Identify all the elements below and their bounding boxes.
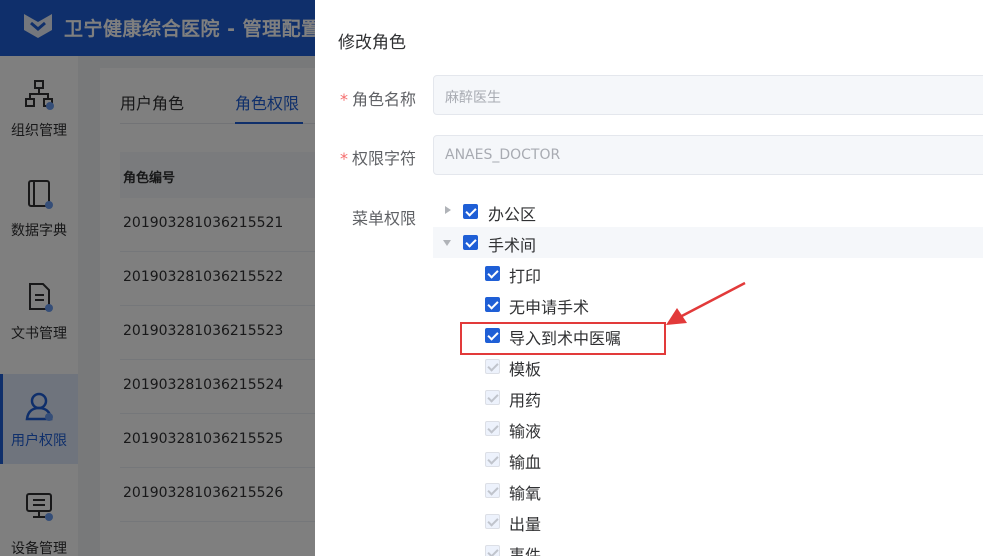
checkbox-disabled: [485, 483, 500, 498]
drawer-title: 修改角色: [338, 33, 406, 53]
caret-right-icon[interactable]: [445, 206, 451, 214]
tree-node-label: 用药: [509, 391, 542, 410]
tree-node-oxygen: 输氧: [433, 475, 983, 506]
tree-node-office[interactable]: 办公区: [433, 196, 983, 227]
menu-permission-tree: 办公区 手术间 打印 无申请手术 导入到术中医嘱 模板 用药 输液 输血 输氧 …: [433, 196, 983, 556]
tree-node-label: 办公区: [488, 205, 537, 224]
tree-node-output: 出量: [433, 506, 983, 537]
tree-node-medication: 用药: [433, 382, 983, 413]
tree-node-infusion: 输液: [433, 413, 983, 444]
caret-down-icon[interactable]: [443, 240, 451, 246]
tree-node-label: 输液: [509, 422, 542, 441]
tree-node-label: 无申请手术: [509, 298, 590, 317]
menu-permissions-label: 菜单权限: [352, 209, 417, 228]
required-mark: *: [340, 90, 348, 109]
role-name-label: * 角色名称: [340, 86, 416, 110]
checkbox-disabled: [485, 359, 500, 374]
tree-node-label: 打印: [509, 267, 542, 286]
checkbox[interactable]: [485, 266, 500, 281]
tree-node-template: 模板: [433, 351, 983, 382]
checkbox-disabled: [485, 452, 500, 467]
permission-code-placeholder: ANAES_DOCTOR: [445, 147, 561, 163]
tree-node-operating-room[interactable]: 手术间: [433, 227, 983, 258]
role-name-input[interactable]: 麻醉医生: [433, 75, 983, 115]
edit-role-drawer: 修改角色 * 角色名称 麻醉医生 * 权限字符 ANAES_DOCTOR 菜单权限 …: [315, 0, 983, 556]
tree-node-event: 事件: [433, 537, 983, 556]
checkbox-disabled: [485, 545, 500, 556]
checkbox[interactable]: [485, 297, 500, 312]
permission-code-label-text: 权限字符: [352, 149, 417, 168]
permission-code-label: * 权限字符: [340, 145, 416, 169]
role-name-placeholder: 麻醉医生: [445, 90, 501, 106]
tree-node-label: 输血: [509, 453, 542, 472]
required-mark: *: [340, 149, 348, 168]
permission-code-input[interactable]: ANAES_DOCTOR: [433, 135, 983, 175]
checkbox[interactable]: [463, 204, 478, 219]
annotation-arrow-icon: [666, 281, 746, 325]
checkbox-disabled: [485, 514, 500, 529]
checkbox[interactable]: [463, 235, 478, 250]
tree-node-label: 出量: [509, 515, 542, 534]
tree-node-label: 手术间: [488, 236, 537, 255]
annotation-highlight-box: [460, 322, 666, 355]
role-name-label-text: 角色名称: [352, 90, 417, 109]
tree-node-label: 模板: [509, 360, 542, 379]
tree-node-label: 事件: [509, 546, 542, 556]
tree-node-label: 输氧: [509, 484, 542, 503]
checkbox-disabled: [485, 390, 500, 405]
tree-node-transfusion: 输血: [433, 444, 983, 475]
checkbox-disabled: [485, 421, 500, 436]
